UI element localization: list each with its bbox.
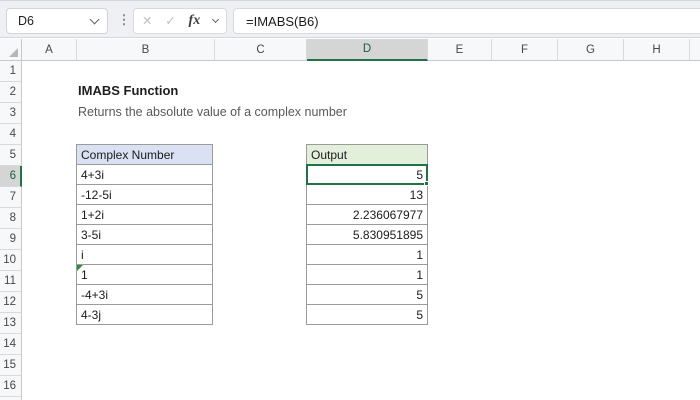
input-table: Complex Number 4+3i -12-5i 1+2i 3-5i i 1 -4+3i 4… (76, 144, 213, 325)
cell-text: Complex Number (81, 147, 175, 162)
cell-text: 2.236067977 (352, 207, 423, 222)
subtitle-cell[interactable]: Returns the absolute value of a complex … (78, 105, 347, 119)
cancel-icon[interactable]: ✕ (142, 15, 152, 28)
cell-D12[interactable]: 5 (306, 284, 428, 305)
column-header-H[interactable]: H (624, 39, 690, 61)
cell-D6[interactable]: 5 (306, 164, 429, 186)
row-header-14[interactable]: 14 (0, 334, 22, 355)
column-header-G[interactable]: G (558, 39, 624, 61)
row-header-6[interactable]: 6 (0, 166, 22, 187)
name-box[interactable]: D6 (6, 8, 108, 34)
cell-text: 13 (409, 187, 423, 202)
select-all-corner[interactable] (0, 39, 22, 61)
cell-B11[interactable]: 1 (76, 264, 213, 285)
chevron-down-icon[interactable] (211, 15, 220, 23)
cell-text: 4-3j (81, 307, 102, 322)
cell-B7[interactable]: -12-5i (76, 184, 213, 205)
error-indicator-icon (77, 265, 83, 271)
cell-B13[interactable]: 4-3j (76, 304, 213, 325)
column-header-partial (690, 39, 700, 61)
row-header-10[interactable]: 10 (0, 250, 22, 271)
column-header-E[interactable]: E (428, 39, 492, 61)
row-header-2[interactable]: 2 (0, 82, 22, 103)
cell-D11[interactable]: 1 (306, 264, 428, 285)
cell-text: 4+3i (81, 167, 105, 182)
cell-text: 5 (416, 287, 423, 302)
insert-function-fx-icon[interactable]: fx (189, 14, 201, 28)
cell-B10[interactable]: i (76, 244, 213, 265)
row-header-9[interactable]: 9 (0, 229, 22, 250)
cell-text: i (81, 247, 84, 262)
row-header-7[interactable]: 7 (0, 187, 22, 208)
cell-D8[interactable]: 2.236067977 (306, 204, 428, 225)
enter-icon[interactable]: ✓ (165, 15, 175, 28)
cell-text: 1+2i (81, 207, 105, 222)
row-header-16[interactable]: 16 (0, 376, 22, 397)
formula-buttons: ✕ ✓ fx (133, 8, 227, 34)
row-header-11[interactable]: 11 (0, 271, 22, 292)
row-header-8[interactable]: 8 (0, 208, 22, 229)
cell-text: 5 (416, 167, 423, 182)
formula-bar-handle-icon: ⋮ (117, 12, 131, 27)
title-cell[interactable]: IMABS Function (78, 83, 178, 98)
cell-D7[interactable]: 13 (306, 184, 428, 205)
cell-B5[interactable]: Complex Number (76, 144, 213, 165)
fill-handle[interactable] (424, 181, 429, 186)
cell-B8[interactable]: 1+2i (76, 204, 213, 225)
output-table: Output 5 13 2.236067977 5.830951895 1 1 5 5 (306, 144, 429, 325)
row-header-3[interactable]: 3 (0, 103, 22, 124)
cell-text: Output (311, 147, 348, 162)
cell-text: 5.830951895 (352, 227, 423, 242)
column-headers: ABCDEFGH (0, 39, 700, 61)
cell-text: -12-5i (81, 187, 112, 202)
column-header-C[interactable]: C (215, 39, 307, 61)
formula-text: =IMABS(B6) (246, 13, 319, 29)
row-header-5[interactable]: 5 (0, 145, 22, 166)
cell-B12[interactable]: -4+3i (76, 284, 213, 305)
cell-D9[interactable]: 5.830951895 (306, 224, 428, 245)
row-header-1[interactable]: 1 (0, 61, 22, 82)
row-header-15[interactable]: 15 (0, 355, 22, 376)
column-header-A[interactable]: A (22, 39, 77, 61)
cell-text: 5 (416, 307, 423, 322)
column-header-D[interactable]: D (307, 39, 428, 61)
column-header-F[interactable]: F (492, 39, 558, 61)
chevron-down-icon[interactable] (89, 14, 100, 24)
row-header-13[interactable]: 13 (0, 313, 22, 334)
cell-D5[interactable]: Output (306, 144, 428, 165)
row-header-4[interactable]: 4 (0, 124, 22, 145)
cell-text: -4+3i (81, 287, 109, 302)
cell-B6[interactable]: 4+3i (76, 164, 213, 185)
cell-text: 1 (416, 247, 423, 262)
formula-input[interactable]: =IMABS(B6) (233, 8, 700, 34)
cell-B9[interactable]: 3-5i (76, 224, 213, 245)
cell-D10[interactable]: 1 (306, 244, 428, 265)
cell-D13[interactable]: 5 (306, 304, 428, 325)
row-headers: 1234567891011121314151617 (0, 61, 22, 400)
name-box-value: D6 (18, 14, 34, 28)
column-header-B[interactable]: B (77, 39, 215, 61)
row-header-12[interactable]: 12 (0, 292, 22, 313)
cell-text: 1 (416, 267, 423, 282)
cell-text: 3-5i (81, 227, 102, 242)
excel-app: D6 ⋮ ✕ ✓ fx =IMABS(B6) ABCDEFGH 12345678… (0, 0, 700, 400)
formula-bar: D6 ⋮ ✕ ✓ fx =IMABS(B6) (0, 0, 700, 38)
